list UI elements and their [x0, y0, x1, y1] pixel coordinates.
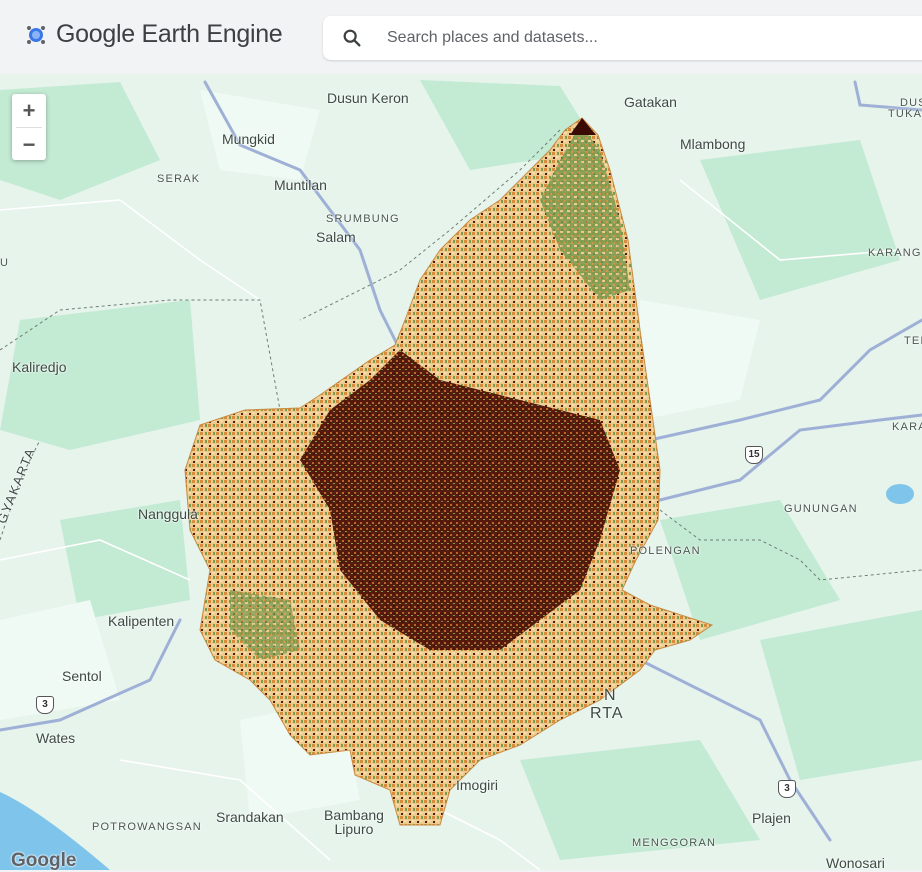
label-menggoran: MENGGORAN: [632, 837, 717, 849]
app-title: Google Earth Engine: [56, 20, 283, 48]
app-logo[interactable]: Google Earth Engine: [24, 20, 283, 49]
label-imogiri: Imogiri: [456, 777, 499, 793]
label-tukan-partial: TUKAN: [888, 108, 922, 120]
lake: [886, 484, 914, 504]
label-gunungan: GUNUNGAN: [784, 503, 858, 515]
label-sentol: Sentol: [62, 668, 102, 684]
label-nanggulan: Nanggula: [138, 506, 198, 522]
label-srandakan: Srandakan: [216, 809, 284, 825]
zoom-out-button[interactable]: −: [12, 128, 46, 161]
label-wates: Wates: [36, 730, 76, 746]
map-canvas[interactable]: 15 3 3: [0, 74, 922, 870]
label-mlambong: Mlambong: [680, 136, 746, 152]
label-salam: Salam: [316, 229, 356, 245]
label-plajen: Plajen: [752, 810, 791, 826]
app-header: Google Earth Engine: [0, 0, 922, 74]
label-muntilan: Muntilan: [274, 177, 327, 193]
route-3-shield: 3: [36, 696, 54, 714]
label-mungkid: Mungkid: [222, 131, 275, 147]
label-kara-partial: KARA: [892, 421, 922, 433]
label-wonosari: Wonosari: [826, 855, 885, 871]
label-ter-partial: TER: [904, 335, 922, 347]
basemap: [0, 74, 922, 870]
label-dusun-keron: Dusun Keron: [327, 90, 409, 106]
label-bambang-lipuro: Bambang Lipuro: [324, 807, 384, 837]
label-kalipenten: Kalipenten: [108, 613, 175, 629]
label-srumbung: SRUMBUNG: [326, 213, 400, 225]
label-karang: KARANG: [868, 247, 922, 259]
label-serak: SERAK: [157, 173, 201, 185]
label-u-partial: U: [0, 257, 10, 269]
zoom-control: + −: [12, 94, 46, 160]
search-box[interactable]: [323, 16, 922, 60]
label-rta-partial: RTA: [590, 705, 624, 722]
label-gatakan: Gatakan: [624, 94, 677, 110]
earth-engine-logo-icon: [27, 25, 45, 44]
route-15-shield: 15: [745, 446, 763, 464]
label-potrowangsan: POTROWANGSAN: [92, 821, 202, 833]
search-input[interactable]: [385, 28, 909, 48]
label-polengan: POLENGAN: [630, 545, 701, 557]
zoom-in-button[interactable]: +: [12, 94, 46, 127]
label-n-partial: N: [604, 687, 616, 704]
route-3-shield-east: 3: [778, 780, 796, 798]
label-kaliredjo: Kaliredjo: [12, 359, 67, 375]
search-icon[interactable]: [341, 27, 363, 49]
google-attribution-logo[interactable]: Google: [11, 850, 76, 872]
